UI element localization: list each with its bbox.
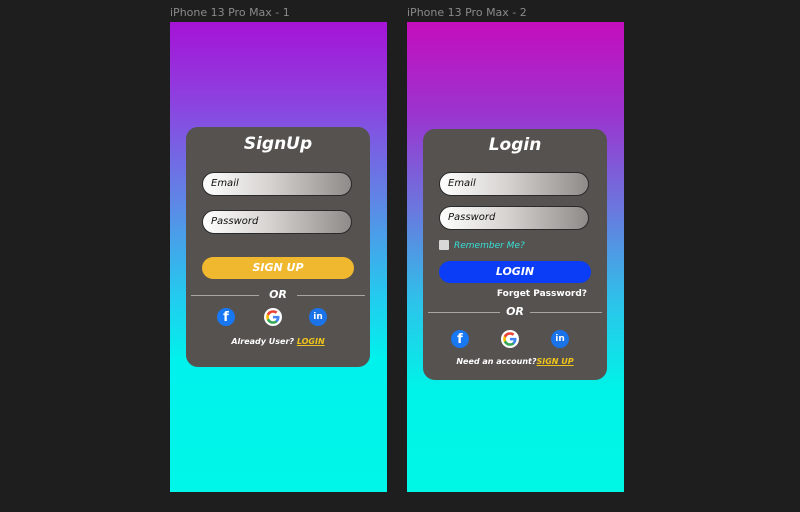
login-frame: Login Email Password Remember Me? LOGIN … — [407, 22, 624, 492]
login-card: Login Email Password Remember Me? LOGIN … — [423, 129, 607, 380]
login-footer-text: Need an account? — [456, 357, 537, 366]
login-link[interactable]: LOGIN — [297, 337, 325, 346]
facebook-icon[interactable]: f — [451, 330, 469, 348]
google-icon[interactable] — [264, 308, 282, 326]
signup-email-input[interactable]: Email — [202, 172, 352, 196]
or-line-right — [530, 312, 602, 313]
login-button[interactable]: LOGIN — [439, 261, 591, 283]
signup-button[interactable]: SIGN UP — [202, 257, 354, 279]
signup-card: SignUp Email Password SIGN UP OR f in Al… — [186, 127, 370, 367]
design-canvas: iPhone 13 Pro Max - 1 iPhone 13 Pro Max … — [0, 0, 800, 512]
remember-me-row[interactable]: Remember Me? — [439, 239, 525, 252]
signup-link[interactable]: SIGN UP — [537, 357, 574, 366]
google-logo-svg — [266, 310, 280, 324]
google-icon[interactable] — [501, 330, 519, 348]
login-password-input[interactable]: Password — [439, 206, 589, 230]
linkedin-icon[interactable]: in — [551, 330, 569, 348]
login-footer: Need an account?SIGN UP — [423, 357, 607, 366]
signup-password-input[interactable]: Password — [202, 210, 352, 234]
frame-label-2[interactable]: iPhone 13 Pro Max - 2 — [407, 6, 527, 19]
linkedin-icon[interactable]: in — [309, 308, 327, 326]
signup-title: SignUp — [243, 134, 313, 154]
forget-password-link[interactable]: Forget Password? — [497, 289, 587, 299]
login-title: Login — [488, 135, 542, 155]
facebook-icon[interactable]: f — [217, 308, 235, 326]
checkbox-icon[interactable] — [439, 239, 449, 250]
or-line-right — [297, 295, 365, 296]
signup-footer: Already User? LOGIN — [186, 337, 370, 346]
or-divider: OR — [191, 288, 365, 302]
google-logo-svg — [503, 332, 517, 346]
signup-footer-text: Already User? — [231, 337, 297, 346]
remember-me-label: Remember Me? — [454, 241, 525, 251]
frame-label-1[interactable]: iPhone 13 Pro Max - 1 — [170, 6, 290, 19]
or-divider: OR — [428, 305, 602, 319]
signup-frame: SignUp Email Password SIGN UP OR f in Al… — [170, 22, 387, 492]
login-email-input[interactable]: Email — [439, 172, 589, 196]
